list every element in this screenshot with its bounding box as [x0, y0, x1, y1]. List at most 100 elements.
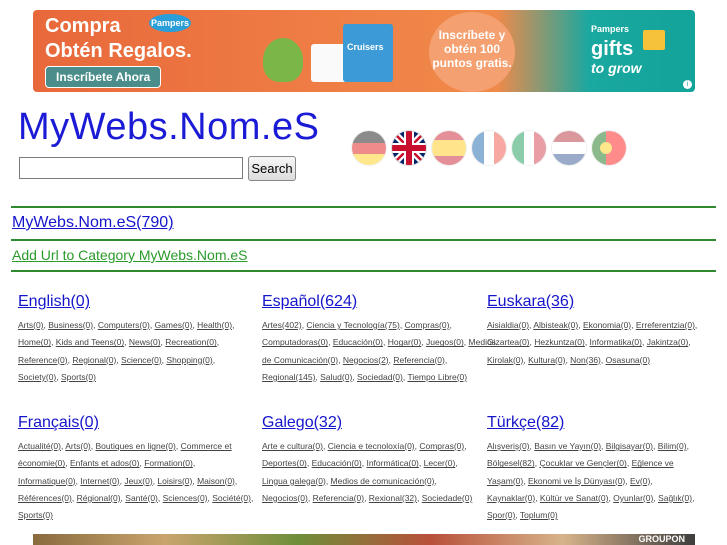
bottom-banner-ad[interactable]: GROUPON	[33, 534, 695, 545]
subcategory-link[interactable]: Osasuna(0)	[606, 355, 650, 365]
subcategory-link[interactable]: Deportes(0)	[262, 458, 307, 468]
category-title[interactable]: Türkçe(82)	[487, 414, 699, 432]
subcategory-link[interactable]: Rexional(32)	[369, 493, 417, 503]
subcategory-link[interactable]: Hezkuntza(0)	[534, 337, 585, 347]
subcategory-link[interactable]: Health(0)	[197, 320, 232, 330]
category-title[interactable]: Galego(32)	[262, 414, 484, 432]
subcategory-link[interactable]: Artes(402)	[262, 320, 302, 330]
subcategory-link[interactable]: Informatika(0)	[590, 337, 642, 347]
subcategory-link[interactable]: Formation(0)	[144, 458, 193, 468]
subcategory-link[interactable]: Références(0)	[18, 493, 72, 503]
subcategory-link[interactable]: Jakintza(0)	[647, 337, 689, 347]
subcategory-link[interactable]: Sports(0)	[61, 372, 96, 382]
subcategory-link[interactable]: Loisirs(0)	[157, 476, 192, 486]
subcategory-link[interactable]: Toplum(0)	[520, 510, 558, 520]
subcategory-link[interactable]: Recreation(0)	[165, 337, 217, 347]
subcategory-link[interactable]: Boutiques en ligne(0)	[96, 441, 176, 451]
subcategory-link[interactable]: Bölgesel(82)	[487, 458, 535, 468]
flag-portugal-icon[interactable]	[592, 131, 626, 165]
banner-signup-button[interactable]: Inscríbete Ahora	[45, 66, 162, 88]
subcategory-link[interactable]: Kültür ve Sanat(0)	[540, 493, 609, 503]
subcategory-link[interactable]: Actualité(0)	[18, 441, 61, 451]
flag-germany-icon[interactable]	[352, 131, 386, 165]
search-button[interactable]: Search	[248, 156, 296, 181]
subcategory-link[interactable]: Arte e cultura(0)	[262, 441, 323, 451]
subcategory-link[interactable]: Hogar(0)	[388, 337, 422, 347]
subcategory-link[interactable]: Home(0)	[18, 337, 51, 347]
flag-netherlands-icon[interactable]	[552, 131, 586, 165]
subcategory-link[interactable]: Tiempo Libre(0)	[407, 372, 467, 382]
subcategory-link[interactable]: Educación(0)	[333, 337, 383, 347]
subcategory-link[interactable]: Albisteak(0)	[533, 320, 578, 330]
category-title[interactable]: Euskara(36)	[487, 293, 699, 311]
subcategory-link[interactable]: Alışveriş(0)	[487, 441, 530, 451]
subcategory-link[interactable]: Compras(0)	[419, 441, 464, 451]
subcategory-link[interactable]: Ciencia y Tecnología(75)	[306, 320, 399, 330]
subcategory-link[interactable]: Informatique(0)	[18, 476, 76, 486]
subcategory-link[interactable]: Erreferentzia(0)	[636, 320, 695, 330]
subcategory-link[interactable]: Sociedad(0)	[357, 372, 403, 382]
subcategory-link[interactable]: Sports(0)	[18, 510, 53, 520]
subcategory-link[interactable]: Lingua galega(0)	[262, 476, 326, 486]
flag-uk-icon[interactable]	[392, 131, 426, 165]
subcategory-link[interactable]: Ciencia e tecnoloxía(0)	[328, 441, 415, 451]
subcategory-link[interactable]: Maison(0)	[197, 476, 235, 486]
subcategory-link[interactable]: Ekonomia(0)	[583, 320, 631, 330]
subcategory-link[interactable]: Bilim(0)	[658, 441, 687, 451]
subcategory-link[interactable]: Kirolak(0)	[487, 355, 523, 365]
subcategory-link[interactable]: Kids and Teens(0)	[56, 337, 124, 347]
subcategory-link[interactable]: Kultura(0)	[528, 355, 565, 365]
subcategory-link[interactable]: Bilgisayar(0)	[606, 441, 653, 451]
subcategory-link[interactable]: Computers(0)	[98, 320, 150, 330]
flag-italy-icon[interactable]	[512, 131, 546, 165]
subcategory-link[interactable]: News(0)	[129, 337, 161, 347]
subcategory-link[interactable]: Reference(0)	[18, 355, 68, 365]
subcategory-link[interactable]: Non(36)	[570, 355, 601, 365]
subcategory-link[interactable]: Jeux(0)	[124, 476, 152, 486]
subcategory-link[interactable]: Computadoras(0)	[262, 337, 328, 347]
category-title[interactable]: Français(0)	[18, 414, 254, 432]
subcategory-link[interactable]: Shopping(0)	[166, 355, 212, 365]
subcategory-link[interactable]: Santé(0)	[125, 493, 158, 503]
subcategory-link[interactable]: Negocios(0)	[262, 493, 308, 503]
subcategory-link[interactable]: Regional(145)	[262, 372, 315, 382]
subcategory-link[interactable]: Compras(0)	[405, 320, 450, 330]
add-url-link[interactable]: Add Url to Category MyWebs.Nom.eS	[12, 247, 248, 263]
subcategory-link[interactable]: Referencia(0)	[313, 493, 365, 503]
subcategory-link[interactable]: Oyunlar(0)	[613, 493, 653, 503]
subcategory-link[interactable]: Business(0)	[48, 320, 93, 330]
search-input[interactable]	[19, 157, 243, 179]
subcategory-link[interactable]: Gizartea(0)	[487, 337, 530, 347]
subcategory-link[interactable]: Basın ve Yayın(0)	[534, 441, 601, 451]
subcategory-link[interactable]: Internet(0)	[80, 476, 119, 486]
subcategory-link[interactable]: Juegos(0)	[426, 337, 464, 347]
root-category-link[interactable]: MyWebs.Nom.eS(790)	[12, 214, 174, 232]
pampers-banner-ad[interactable]: Compra Pampers Obtén Regalos. Inscríbete…	[33, 10, 695, 92]
subcategory-link[interactable]: Society(0)	[18, 372, 56, 382]
flag-spain-icon[interactable]	[432, 131, 466, 165]
flag-france-icon[interactable]	[472, 131, 506, 165]
subcategory-link[interactable]: Medios de comunicación(0)	[331, 476, 435, 486]
subcategory-link[interactable]: Çocuklar ve Gençler(0)	[539, 458, 626, 468]
subcategory-link[interactable]: Régional(0)	[77, 493, 121, 503]
subcategory-link[interactable]: Ev(0)	[630, 476, 650, 486]
subcategory-link[interactable]: Lecer(0)	[424, 458, 456, 468]
category-title[interactable]: English(0)	[18, 293, 254, 311]
site-title[interactable]: MyWebs.Nom.eS	[18, 106, 319, 149]
subcategory-link[interactable]: Enfants et ados(0)	[70, 458, 139, 468]
subcategory-link[interactable]: Spor(0)	[487, 510, 515, 520]
subcategory-link[interactable]: Société(0)	[212, 493, 251, 503]
subcategory-link[interactable]: Sağlık(0)	[658, 493, 692, 503]
subcategory-link[interactable]: Science(0)	[121, 355, 162, 365]
subcategory-link[interactable]: Referencia(0)	[393, 355, 445, 365]
subcategory-link[interactable]: Arts(0)	[65, 441, 91, 451]
subcategory-link[interactable]: Negocios(2)	[343, 355, 389, 365]
subcategory-link[interactable]: Sciences(0)	[163, 493, 208, 503]
subcategory-link[interactable]: Kaynaklar(0)	[487, 493, 535, 503]
subcategory-link[interactable]: Ekonomi ve İş Dünyası(0)	[528, 476, 625, 486]
subcategory-link[interactable]: Salud(0)	[320, 372, 352, 382]
subcategory-link[interactable]: Regional(0)	[72, 355, 116, 365]
subcategory-link[interactable]: Educación(0)	[312, 458, 362, 468]
subcategory-link[interactable]: Arts(0)	[18, 320, 44, 330]
subcategory-link[interactable]: Sociedade(0)	[422, 493, 473, 503]
